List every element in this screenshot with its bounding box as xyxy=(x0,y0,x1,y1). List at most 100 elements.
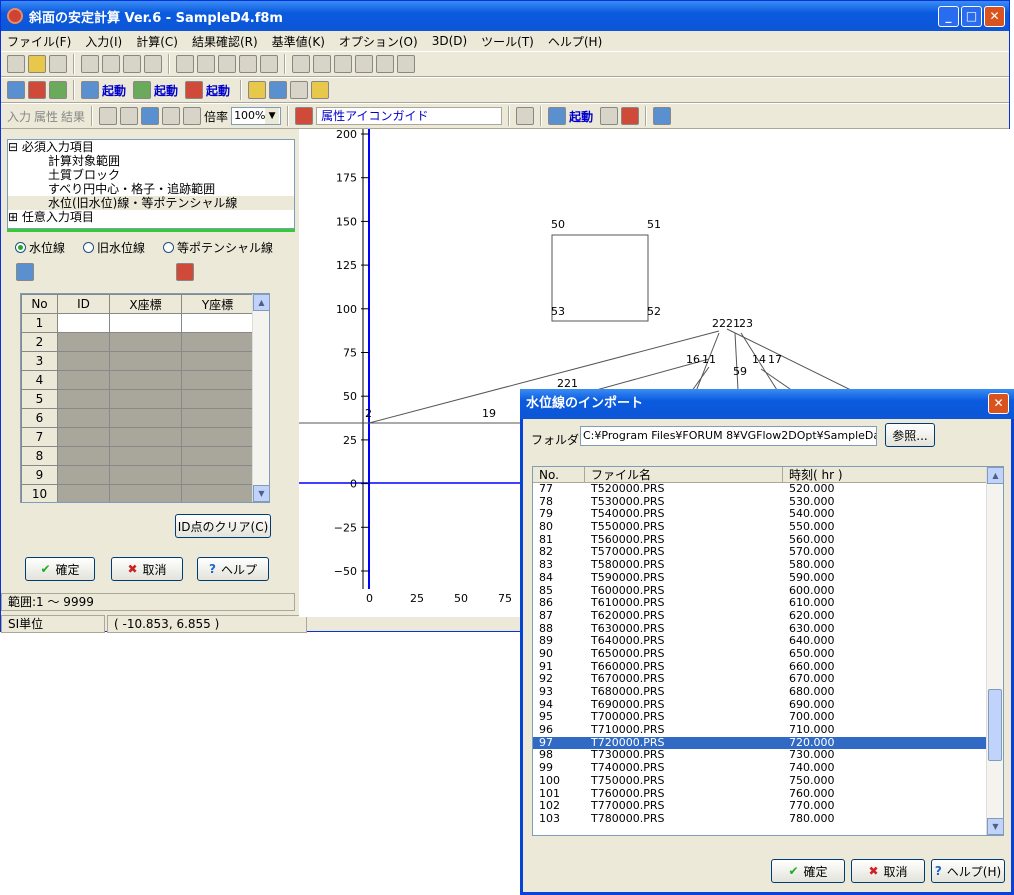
scroll-down-icon[interactable]: ▼ xyxy=(253,485,269,502)
grid-d-icon[interactable] xyxy=(355,55,373,73)
cancel-button[interactable]: ✖ 取消 xyxy=(111,557,183,581)
calc-tool-icon[interactable] xyxy=(49,81,67,99)
file-row[interactable]: 103 T780000.PRS 780.000 xyxy=(533,812,1003,826)
ok-button[interactable]: ✔ 確定 xyxy=(25,557,95,581)
launch1-button[interactable]: 起動 xyxy=(102,82,126,99)
tree-icon[interactable] xyxy=(600,107,619,125)
arrow-tool-icon[interactable] xyxy=(7,81,25,99)
grid-cell-y[interactable] xyxy=(181,313,254,333)
print-icon[interactable] xyxy=(102,55,120,73)
tool-a-icon[interactable] xyxy=(176,55,194,73)
help-question-icon[interactable] xyxy=(248,81,267,99)
file-cell: T580000.PRS xyxy=(591,558,665,572)
menu-input[interactable]: 入力(I) xyxy=(85,33,122,50)
list-scroll-down-icon[interactable]: ▼ xyxy=(987,818,1003,835)
tool-b-icon[interactable] xyxy=(197,55,215,73)
slope-icon[interactable] xyxy=(621,107,640,125)
attr-mode-button[interactable]: 属性 xyxy=(34,108,58,125)
menu-standard[interactable]: 基準値(K) xyxy=(272,33,325,50)
file-row[interactable]: 86 T610000.PRS 610.000 xyxy=(533,596,1003,610)
chart-tool-icon[interactable] xyxy=(28,81,46,99)
file-row[interactable]: 90 T650000.PRS 650.000 xyxy=(533,647,1003,661)
import-water-icon[interactable] xyxy=(16,263,34,281)
help-button[interactable]: ? ヘルプ xyxy=(197,557,269,581)
keyboard-icon[interactable] xyxy=(290,81,309,99)
report-icon[interactable] xyxy=(123,55,141,73)
file-row[interactable]: 100 T750000.PRS 750.000 xyxy=(533,774,1003,788)
export-icon[interactable] xyxy=(144,55,162,73)
tree-item-range[interactable]: 計算対象範囲 xyxy=(8,154,294,168)
grid-cell-x[interactable] xyxy=(109,313,182,333)
result-mode-button[interactable]: 結果 xyxy=(61,108,85,125)
dialog-ok-button[interactable]: ✔ 確定 xyxy=(771,859,845,883)
preview-icon[interactable] xyxy=(81,55,99,73)
grid-e-icon[interactable] xyxy=(376,55,394,73)
file-row[interactable]: 93 T680000.PRS 680.000 xyxy=(533,685,1003,699)
zoom-in-icon[interactable] xyxy=(162,107,181,125)
zoom-out-icon[interactable] xyxy=(183,107,202,125)
file-row[interactable]: 83 T580000.PRS 580.000 xyxy=(533,558,1003,572)
radio-old-water-line[interactable]: 旧水位線 xyxy=(83,239,145,256)
input-mode-button[interactable]: 入力 xyxy=(7,108,31,125)
launch3-button[interactable]: 起動 xyxy=(206,82,230,99)
select-icon[interactable] xyxy=(99,107,118,125)
grid-cell-id[interactable] xyxy=(57,313,110,333)
open-folder-icon[interactable] xyxy=(28,55,46,73)
maximize-button[interactable]: □ xyxy=(961,6,982,27)
zoom-select[interactable]: 100% xyxy=(231,107,282,125)
close-button[interactable]: ✕ xyxy=(984,6,1005,27)
grid-scrollbar[interactable]: ▲ ▼ xyxy=(252,294,269,502)
dialog-cancel-button[interactable]: ✖ 取消 xyxy=(851,859,925,883)
radio-potential-line[interactable]: 等ポテンシャル線 xyxy=(163,239,273,256)
dialog-close-button[interactable]: ✕ xyxy=(988,393,1009,414)
layer-icon[interactable] xyxy=(516,107,535,125)
file-row[interactable]: 96 T710000.PRS 710.000 xyxy=(533,723,1003,737)
folder-path-input[interactable]: C:¥Program Files¥FORUM 8¥VGFlow2DOpt¥Sam… xyxy=(580,426,877,446)
launch2-button[interactable]: 起動 xyxy=(154,82,178,99)
tree-item-water[interactable]: 水位(旧水位)線・等ポテンシャル線 xyxy=(8,196,294,210)
clear-id-button[interactable]: ID点のクリア(C) xyxy=(175,514,271,538)
menu-help[interactable]: ヘルプ(H) xyxy=(548,33,602,50)
file-row[interactable]: 84 T590000.PRS 590.000 xyxy=(533,571,1003,585)
hand-icon[interactable] xyxy=(120,107,139,125)
menu-calc[interactable]: 計算(C) xyxy=(136,33,178,50)
list-scroll-up-icon[interactable]: ▲ xyxy=(987,467,1003,484)
radio-water-line[interactable]: 水位線 xyxy=(15,239,65,256)
tree-root[interactable]: ⊟ 必須入力項目 xyxy=(8,140,294,154)
menu-tool[interactable]: ツール(T) xyxy=(481,33,534,50)
browse-button[interactable]: 参照... xyxy=(885,423,935,447)
file-row[interactable]: 99 T740000.PRS 740.000 xyxy=(533,761,1003,775)
file-row[interactable]: 87 T620000.PRS 620.000 xyxy=(533,609,1003,623)
menu-result[interactable]: 結果確認(R) xyxy=(192,33,258,50)
tree-item-soil[interactable]: 土質ブロック xyxy=(8,168,294,182)
grid-a-icon[interactable] xyxy=(292,55,310,73)
tree-item-circle[interactable]: すべり円中心・格子・追跡範囲 xyxy=(8,182,294,196)
zoom-window-icon[interactable] xyxy=(141,107,160,125)
save-icon[interactable] xyxy=(49,55,67,73)
grid-b-icon[interactable] xyxy=(313,55,331,73)
file-row[interactable]: 80 T550000.PRS 550.000 xyxy=(533,520,1003,534)
list-scroll-thumb[interactable] xyxy=(988,689,1002,761)
scroll-up-icon[interactable]: ▲ xyxy=(253,294,269,311)
tool-e-icon[interactable] xyxy=(260,55,278,73)
menu-option[interactable]: オプション(O) xyxy=(339,33,418,50)
monitor-icon[interactable] xyxy=(653,107,672,125)
info-icon[interactable] xyxy=(311,81,330,99)
import-potential-icon[interactable] xyxy=(176,263,194,281)
file-row[interactable]: 102 T770000.PRS 770.000 xyxy=(533,799,1003,813)
file-list-scrollbar[interactable]: ▲ ▼ xyxy=(986,467,1003,835)
minimize-button[interactable]: _ xyxy=(938,6,959,27)
dialog-help-button[interactable]: ? ヘルプ(H) xyxy=(931,859,1005,883)
menu-file[interactable]: ファイル(F) xyxy=(7,33,71,50)
tool-d-icon[interactable] xyxy=(239,55,257,73)
tool-c-icon[interactable] xyxy=(218,55,236,73)
grid-c-icon[interactable] xyxy=(334,55,352,73)
file-row[interactable]: 77 T520000.PRS 520.000 xyxy=(533,482,1003,496)
tree-optional[interactable]: ⊞ 任意入力項目 xyxy=(8,210,294,224)
window-icon[interactable] xyxy=(269,81,288,99)
new-file-icon[interactable] xyxy=(7,55,25,73)
x-tick-label: 75 xyxy=(498,592,512,605)
grid-f-icon[interactable] xyxy=(397,55,415,73)
menu-3d[interactable]: 3D(D) xyxy=(432,34,467,48)
launch4-button[interactable]: 起動 xyxy=(569,108,593,125)
